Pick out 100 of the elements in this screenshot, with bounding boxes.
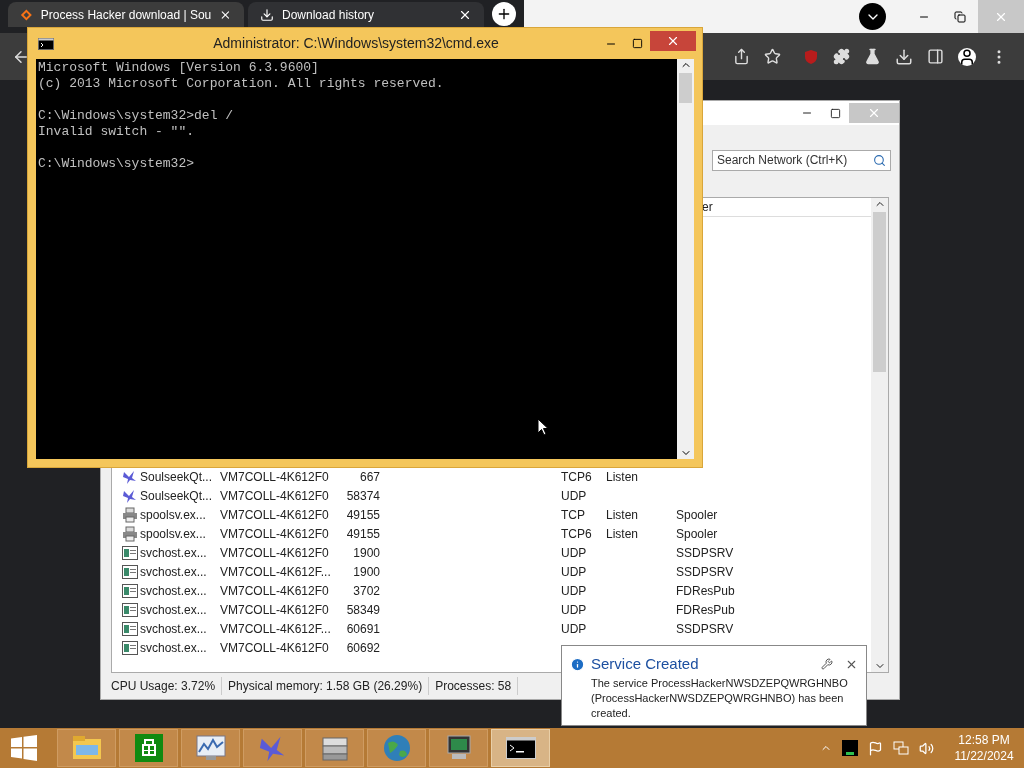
- window-icon: [122, 583, 138, 598]
- share-icon[interactable]: [733, 48, 750, 65]
- table-cell: SSDPSRV: [676, 564, 734, 579]
- table-cell-text: VM7COLL-4K612F0: [220, 601, 330, 619]
- table-cell-text: spoolsv.ex...: [140, 525, 207, 543]
- table-cell: UDP: [561, 564, 587, 579]
- table-cell-text: spoolsv.ex...: [140, 506, 207, 524]
- speaker-icon[interactable]: [919, 740, 934, 756]
- scrollbar[interactable]: [677, 59, 694, 459]
- store-icon: [134, 734, 163, 762]
- table-cell-text: svchost.ex...: [140, 544, 208, 562]
- console-output: Microsoft Windows [Version 6.3.9600] (c) 2013 Microsoft Corporation. All rights reserved. C:\Windows\system32>del / Invalid switch - "". C:\Windows\system32>: [38, 60, 445, 172]
- folder-icon: [71, 735, 102, 761]
- table-cell: FDResPub: [676, 583, 735, 598]
- scroll-thumb[interactable]: [679, 73, 692, 103]
- table-cell: TCP6: [561, 526, 592, 541]
- table-cell: UDP: [561, 602, 587, 617]
- window-title: Administrator: C:\Windows\system32\cmd.exe: [212, 34, 500, 53]
- table-cell: SSDPSRV: [676, 621, 734, 636]
- search-field[interactable]: Search Network (Ctrl+K): [712, 149, 891, 171]
- cursor-icon: [537, 418, 549, 436]
- table-cell: UDP: [561, 545, 587, 560]
- browser-tab[interactable]: Process Hacker download | Sou: [8, 2, 244, 27]
- table-cell-text: svchost.ex...: [140, 563, 208, 581]
- table-cell-text: 58349: [345, 601, 380, 619]
- flag-icon[interactable]: [868, 740, 883, 756]
- table-cell-text: VM7COLL-4K612F0: [220, 582, 330, 600]
- puzzle-icon[interactable]: [833, 48, 850, 65]
- console-icon: [38, 37, 54, 50]
- table-cell: UDP: [561, 488, 587, 503]
- star-icon[interactable]: [764, 48, 781, 65]
- table-cell: Spooler: [676, 507, 718, 522]
- window-icon: [122, 602, 138, 617]
- table-cell-text: svchost.ex...: [140, 582, 208, 600]
- network-icon[interactable]: [893, 740, 909, 756]
- window-icon: [122, 640, 138, 655]
- table-cell: FDResPub: [676, 602, 735, 617]
- maximize-icon: [829, 107, 841, 119]
- table-cell-text: 49155: [345, 525, 380, 543]
- profile-icon[interactable]: [958, 47, 976, 66]
- table-cell-text: 58374: [345, 487, 380, 505]
- globe-icon: [381, 733, 412, 763]
- printer-icon: [122, 506, 138, 523]
- table-cell: Listen: [606, 507, 639, 522]
- taskbar-button[interactable]: [429, 729, 488, 767]
- table-cell: TCP6: [561, 469, 592, 484]
- table-cell-text: 60692: [345, 639, 380, 657]
- table-cell: TCP: [561, 507, 585, 522]
- table-cell-text: svchost.ex...: [140, 601, 208, 619]
- maximize-icon: [631, 38, 643, 49]
- printer-icon: [122, 525, 138, 542]
- table-cell: Spooler: [676, 526, 718, 541]
- search-icon: [873, 153, 886, 167]
- wrench-icon[interactable]: [821, 658, 833, 671]
- table-cell: Listen: [606, 526, 639, 541]
- sidebar-icon[interactable]: [927, 48, 944, 65]
- scrollbar[interactable]: [871, 198, 888, 672]
- chart-window-icon: [195, 735, 226, 761]
- table-cell-text: SoulseekQt...: [140, 468, 214, 486]
- download-icon: [260, 7, 274, 22]
- table-cell-text: VM7COLL-4K612F0: [220, 487, 330, 505]
- new-tab-button[interactable]: [492, 2, 516, 26]
- table-cell-text: VM7COLL-4K612F0: [220, 544, 330, 562]
- table-cell-text: 1900: [352, 544, 380, 562]
- table-cell: UDP: [561, 583, 587, 598]
- table-cell-text: VM7COLL-4K612F...: [220, 563, 330, 581]
- table-cell-text: 3702: [352, 582, 380, 600]
- table-cell: UDP: [561, 621, 587, 636]
- flask-icon[interactable]: [864, 48, 881, 65]
- status-text: CPU Usage: 3.72%: [111, 677, 223, 695]
- status-text: Processes: 58: [435, 677, 519, 695]
- table-cell-text: 60691: [345, 620, 380, 638]
- column-header[interactable]: er: [702, 198, 713, 216]
- table-cell-text: VM7COLL-4K612F0: [220, 525, 330, 543]
- console-icon: [505, 737, 536, 759]
- status-text: Physical memory: 1.58 GB (26.29%): [228, 677, 430, 695]
- table-cell: Listen: [606, 469, 639, 484]
- browser-tab[interactable]: Download history: [248, 2, 484, 27]
- clock[interactable]: 12:58 PM 11/22/2024: [944, 732, 1024, 764]
- table-cell-text: VM7COLL-4K612F0: [220, 468, 330, 486]
- scroll-thumb[interactable]: [873, 212, 886, 372]
- window-icon: [122, 545, 138, 560]
- table-cell-text: 49155: [345, 506, 380, 524]
- window-icon: [122, 564, 138, 579]
- table-cell: SSDPSRV: [676, 545, 734, 560]
- window-icon: [122, 621, 138, 636]
- info-icon: [570, 656, 585, 672]
- notification-message: The service ProcessHackerNWSDZEPQWRGHNBO (ProcessHackerNWSDZEPQWRGHNBO) has been created.: [590, 675, 849, 721]
- diamond-icon: [20, 7, 33, 22]
- table-cell-text: svchost.ex...: [140, 620, 208, 638]
- app-tray-icon[interactable]: [842, 740, 858, 756]
- plus-icon: [496, 6, 512, 22]
- taskbar-button[interactable]: [491, 729, 550, 767]
- download-icon[interactable]: [895, 47, 913, 66]
- table-cell-text: 1900: [352, 563, 380, 581]
- notification-title: Service Created: [591, 654, 700, 674]
- close-icon: [867, 106, 881, 120]
- table-cell-text: SoulseekQt...: [140, 487, 214, 505]
- windows-logo-icon: [11, 735, 37, 761]
- tab-search-button[interactable]: [859, 3, 886, 30]
